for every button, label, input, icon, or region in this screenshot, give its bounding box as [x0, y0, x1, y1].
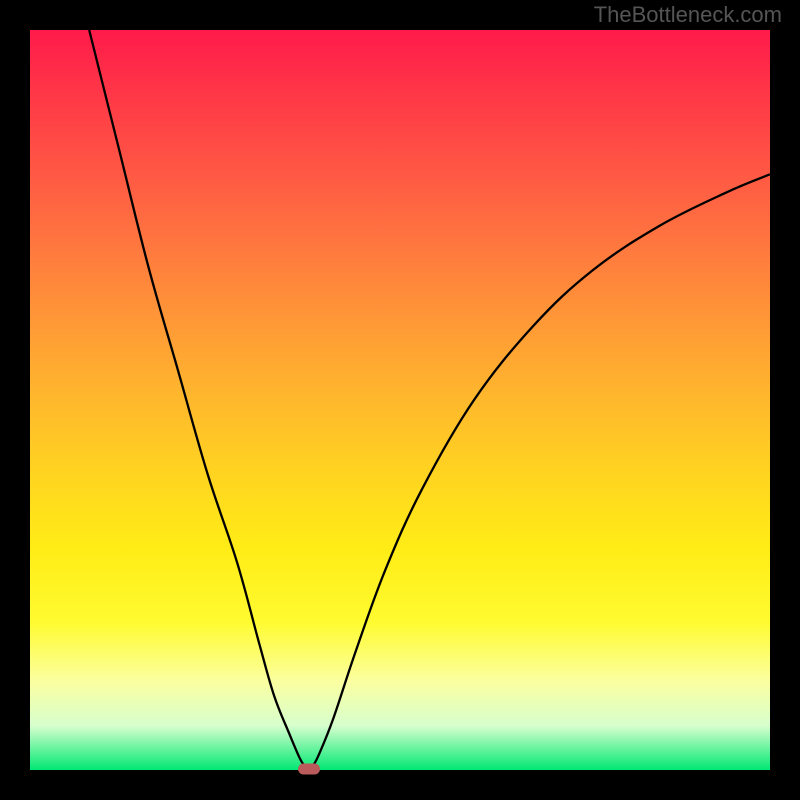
- curve-right-segment: [313, 174, 770, 766]
- bottleneck-curve: [30, 30, 770, 770]
- curve-left-segment: [89, 30, 306, 768]
- watermark-text: TheBottleneck.com: [594, 2, 782, 28]
- minimum-marker: [298, 763, 320, 774]
- chart-plot-area: [30, 30, 770, 770]
